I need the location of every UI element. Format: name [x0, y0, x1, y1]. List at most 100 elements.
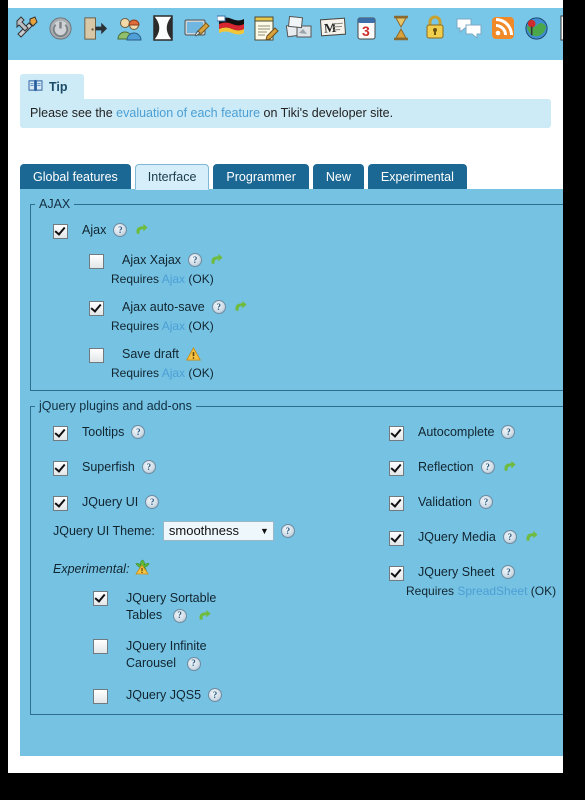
checkbox-validation[interactable] — [389, 496, 404, 511]
hourglass-shape-icon[interactable] — [147, 11, 178, 45]
help-icon[interactable]: ? — [502, 530, 517, 544]
checkbox-save-draft[interactable] — [89, 348, 104, 363]
tip-link[interactable]: evaluation of each feature — [116, 106, 260, 120]
feature-row-autocomplete: Autocomplete ? — [389, 415, 563, 441]
reset-arrow-icon[interactable] — [233, 300, 248, 314]
calendar-day-3-icon[interactable]: 3 — [351, 11, 382, 45]
checkbox-jquery-jqs5[interactable] — [93, 689, 108, 704]
help-icon[interactable]: ? — [280, 524, 295, 538]
checkbox-jquery-sortable-tables[interactable] — [93, 591, 108, 606]
photo-gallery-icon[interactable] — [283, 11, 314, 45]
mail-card-icon[interactable]: M — [317, 11, 348, 45]
hourglass-icon[interactable] — [385, 11, 416, 45]
checkbox-jquery-ui[interactable] — [53, 496, 68, 511]
feature-tabs: Global features Interface Programmer New… — [20, 163, 563, 190]
theme-paint-icon[interactable] — [181, 11, 212, 45]
feature-row-jquery-sortable-tables: JQuery Sortable Tables ? — [31, 578, 389, 624]
requires-link[interactable]: SpreadSheet — [457, 584, 527, 598]
reset-arrow-icon[interactable] — [197, 609, 212, 623]
help-icon[interactable]: ? — [478, 495, 493, 509]
experimental-warning-icon — [134, 559, 151, 578]
tab-experimental[interactable]: Experimental — [367, 164, 467, 189]
checkbox-jquery-media[interactable] — [389, 531, 404, 546]
help-icon[interactable]: ? — [480, 460, 495, 474]
requires-link[interactable]: Ajax — [162, 366, 185, 380]
help-icon[interactable]: ? — [141, 460, 156, 474]
reset-arrow-icon[interactable] — [134, 223, 149, 237]
feature-row-superfish: Superfish ? — [31, 441, 389, 476]
admin-icon-toolbar: M 3 — [8, 8, 563, 60]
requires-link[interactable]: Ajax — [162, 319, 185, 333]
requires-suffix: (OK) — [527, 584, 557, 598]
icon-reflection — [181, 37, 212, 46]
icon-reflection — [521, 37, 552, 46]
checkbox-tooltips[interactable] — [53, 426, 68, 441]
checkbox-reflection[interactable] — [389, 461, 404, 476]
checkbox-ajax[interactable] — [53, 224, 68, 239]
help-icon[interactable]: ? — [113, 223, 128, 237]
requires-link[interactable]: Ajax — [162, 272, 185, 286]
feature-row-reflection: Reflection ? — [389, 441, 563, 476]
checkbox-ajax-xajax[interactable] — [89, 254, 104, 269]
users-group-icon[interactable] — [113, 11, 144, 45]
experimental-heading: Experimental: — [31, 541, 389, 578]
padlock-icon[interactable] — [419, 11, 450, 45]
chevron-down-icon: ▼ — [259, 525, 269, 536]
icon-reflection — [453, 37, 484, 46]
feature-row-ajax-xajax: Ajax Xajax ? — [31, 239, 563, 269]
icon-reflection — [45, 37, 76, 46]
label-ajax-auto-save: Ajax auto-save — [122, 300, 205, 314]
logout-door-icon[interactable] — [79, 11, 110, 45]
german-flag-language-icon[interactable] — [215, 11, 246, 45]
checkbox-jquery-sheet[interactable] — [389, 566, 404, 581]
checkbox-autocomplete[interactable] — [389, 426, 404, 441]
checkbox-ajax-auto-save[interactable] — [89, 301, 104, 316]
reset-arrow-icon[interactable] — [502, 460, 517, 474]
tab-global-features[interactable]: Global features — [20, 164, 131, 189]
ajax-fieldset: AJAX Ajax ? Ajax Xajax ? Requires Ajax (… — [30, 197, 563, 391]
warning-icon[interactable] — [185, 347, 201, 361]
help-icon[interactable]: ? — [145, 495, 160, 509]
tab-interface[interactable]: Interface — [134, 164, 210, 190]
label-autocomplete: Autocomplete — [418, 425, 495, 439]
notepad-edit-icon[interactable] — [249, 11, 280, 45]
icon-reflection — [147, 37, 178, 46]
help-icon[interactable]: ? — [172, 608, 187, 623]
help-icon[interactable]: ? — [211, 300, 226, 314]
requires-suffix: (OK) — [185, 272, 214, 286]
help-icon[interactable]: ? — [208, 688, 223, 702]
newspaper-article-icon[interactable] — [555, 11, 563, 45]
reset-arrow-icon[interactable] — [524, 530, 539, 544]
power-icon[interactable] — [45, 11, 76, 45]
experimental-label: Experimental: — [53, 561, 130, 576]
label-line-2: Tables — [126, 608, 163, 622]
tip-header: Tip — [20, 74, 84, 99]
help-icon[interactable]: ? — [501, 425, 516, 439]
feature-row-validation: Validation ? — [389, 476, 563, 511]
checkbox-superfish[interactable] — [53, 461, 68, 476]
tab-new[interactable]: New — [312, 164, 364, 189]
icon-reflection — [249, 37, 280, 46]
help-icon[interactable]: ? — [131, 425, 146, 439]
help-icon[interactable]: ? — [188, 253, 203, 267]
jquery-ui-theme-row: JQuery UI Theme: smoothness ▼ ? — [31, 511, 389, 541]
jquery-right-column: Autocomplete ? Reflection ? Validation ?… — [389, 415, 563, 704]
label-validation: Validation — [418, 495, 472, 509]
interface-tab-panel: AJAX Ajax ? Ajax Xajax ? Requires Ajax (… — [20, 189, 563, 756]
globe-pin-icon[interactable] — [521, 11, 552, 45]
requires-ajax-xajax: Requires Ajax (OK) — [31, 269, 563, 286]
tab-programmer[interactable]: Programmer — [213, 164, 309, 189]
icon-reflection — [317, 37, 348, 46]
reset-arrow-icon[interactable] — [209, 253, 224, 267]
help-icon[interactable]: ? — [501, 565, 516, 579]
help-icon[interactable]: ? — [186, 656, 201, 671]
chat-bubbles-icon[interactable] — [453, 11, 484, 45]
requires-prefix: Requires — [111, 319, 162, 333]
jquery-ui-theme-select[interactable]: smoothness ▼ — [162, 521, 274, 541]
tools-icon[interactable] — [11, 11, 42, 45]
checkbox-jquery-infinite-carousel[interactable] — [93, 639, 108, 654]
feature-row-jquery-ui: JQuery UI ? — [31, 476, 389, 511]
icon-reflection — [487, 37, 518, 46]
requires-prefix: Requires — [111, 272, 162, 286]
rss-feed-icon[interactable] — [487, 11, 518, 45]
